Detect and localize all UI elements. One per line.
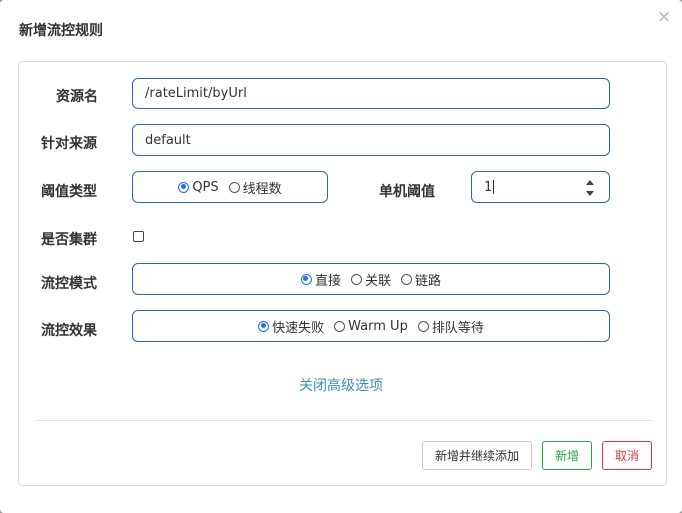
resource-label: 资源名	[56, 89, 98, 105]
flow-rule-dialog: 新增流控规则 × 资源名 /rateLimit/byUrl 针对来源 defau…	[0, 0, 682, 513]
resource-input[interactable]: /rateLimit/byUrl	[132, 78, 610, 109]
control-effect-radio-group: 快速失败 Warm Up 排队等待	[132, 310, 610, 342]
radio-warm-up-label: Warm Up	[348, 318, 408, 334]
control-mode-direct[interactable]: 直接	[300, 270, 341, 289]
limit-app-label: 针对来源	[41, 136, 97, 152]
control-mode-label: 流控模式	[41, 276, 97, 292]
control-effect-label: 流控效果	[41, 323, 97, 339]
control-effect-queue[interactable]: 排队等待	[417, 317, 484, 336]
spinner-up-icon[interactable]	[586, 180, 594, 185]
radio-queue[interactable]	[417, 320, 429, 332]
radio-threads[interactable]	[228, 181, 240, 193]
threshold-type-label: 阈值类型	[41, 184, 97, 200]
single-threshold-label: 单机阈值	[379, 184, 435, 200]
radio-fast-fail[interactable]	[258, 320, 270, 332]
radio-warm-up[interactable]	[334, 320, 346, 332]
radio-relate[interactable]	[350, 273, 362, 285]
control-mode-relate[interactable]: 关联	[350, 270, 391, 289]
radio-qps-label: QPS	[192, 179, 219, 195]
radio-queue-label: 排队等待	[431, 320, 484, 336]
cluster-label: 是否集群	[41, 232, 97, 248]
control-effect-warm-up[interactable]: Warm Up	[334, 319, 408, 334]
control-effect-fast-fail[interactable]: 快速失败	[258, 317, 324, 336]
limit-app-input-value: default	[145, 132, 191, 148]
footer-divider	[35, 420, 652, 421]
radio-direct[interactable]	[300, 273, 312, 285]
text-caret	[493, 180, 495, 194]
close-icon[interactable]: ×	[657, 9, 671, 26]
spinner-down-icon[interactable]	[586, 191, 594, 196]
dialog-title: 新增流控规则	[19, 23, 103, 39]
number-spinner[interactable]	[585, 180, 595, 196]
radio-qps[interactable]	[178, 181, 190, 193]
threshold-type-radio-group: QPS 线程数	[132, 171, 328, 203]
limit-app-input[interactable]: default	[132, 124, 610, 156]
add-continue-button[interactable]: 新增并继续添加	[422, 441, 532, 470]
threshold-type-qps[interactable]: QPS	[178, 179, 219, 195]
toggle-advanced-link[interactable]: 关闭高级选项	[0, 375, 682, 395]
control-mode-chain[interactable]: 链路	[401, 270, 441, 289]
add-button[interactable]: 新增	[542, 441, 592, 470]
cancel-button[interactable]: 取消	[602, 441, 652, 470]
resource-input-value: /rateLimit/byUrl	[145, 86, 247, 101]
radio-relate-label: 关联	[364, 273, 391, 289]
radio-fast-fail-label: 快速失败	[272, 320, 325, 336]
radio-direct-label: 直接	[314, 273, 341, 289]
single-threshold-input[interactable]: 1	[471, 171, 610, 203]
radio-chain[interactable]	[401, 273, 412, 285]
cluster-checkbox[interactable]	[133, 231, 144, 242]
control-mode-radio-group: 直接 关联 链路	[132, 263, 610, 295]
single-threshold-value: 1	[484, 179, 493, 195]
radio-threads-label: 线程数	[242, 181, 282, 197]
threshold-type-threads[interactable]: 线程数	[228, 178, 282, 197]
radio-chain-label: 链路	[415, 273, 442, 289]
